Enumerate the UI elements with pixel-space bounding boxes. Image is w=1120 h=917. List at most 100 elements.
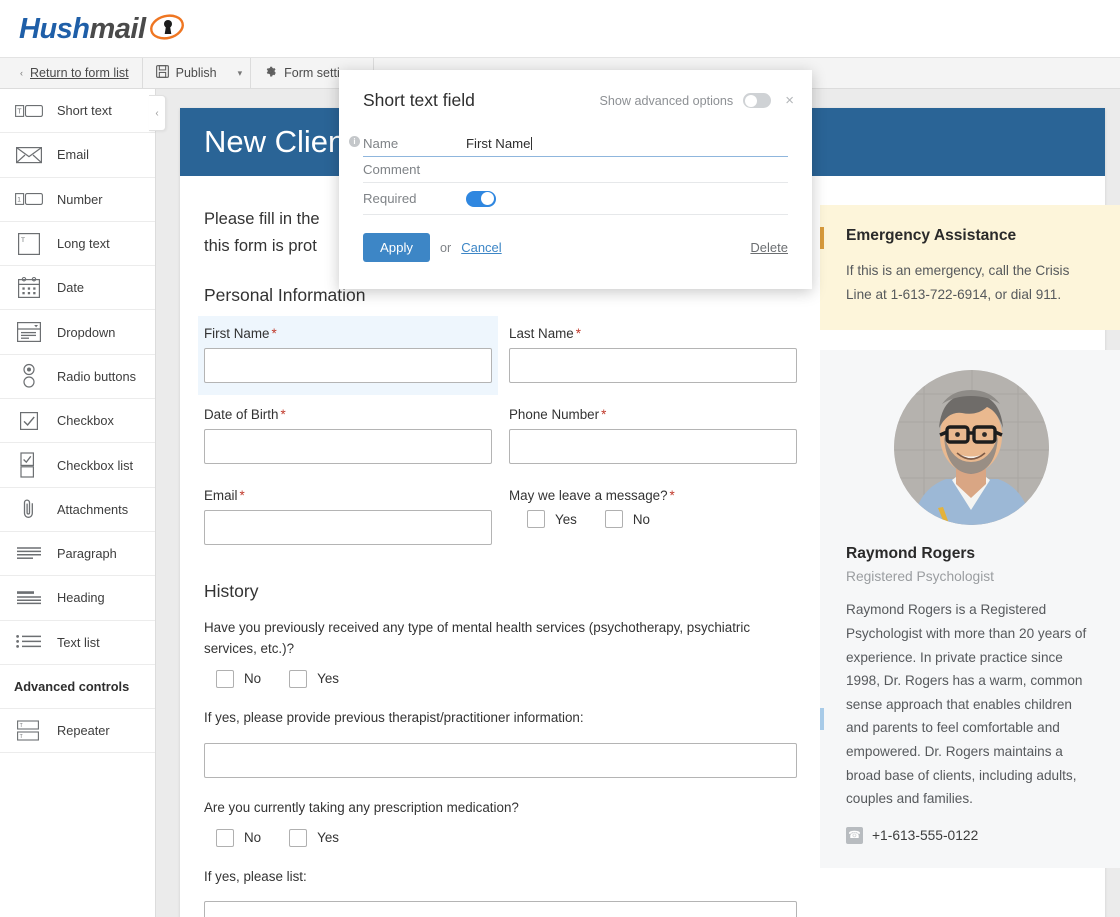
publish-button[interactable]: Publish — [143, 58, 230, 88]
palette-label: Long text — [57, 236, 110, 252]
palette-item-heading[interactable]: Heading — [0, 576, 155, 621]
palette-label: Checkbox list — [57, 457, 134, 473]
palette-item-text-list[interactable]: Text list — [0, 621, 155, 665]
palette-item-radio-buttons[interactable]: Radio buttons — [0, 355, 155, 400]
palette-item-checkbox-list[interactable]: Checkbox list — [0, 443, 155, 488]
previous-therapist-input[interactable] — [204, 742, 797, 778]
emergency-panel-title: Emergency Assistance — [846, 227, 1017, 244]
logo-text-hush: Hush — [19, 12, 90, 45]
dialog-row-comment[interactable]: Comment — [363, 157, 788, 183]
first-name-input[interactable] — [204, 348, 492, 384]
hushmail-logo[interactable]: Hush mail — [19, 12, 185, 46]
palette-item-short-text[interactable]: T Short text — [0, 89, 155, 134]
checkbox-q3-yes[interactable] — [289, 828, 308, 847]
palette-item-email[interactable]: Email — [0, 133, 155, 178]
palette-label: Short text — [57, 103, 112, 119]
field-date-of-birth[interactable]: Date of Birth * — [204, 403, 492, 470]
long-text-icon: T — [14, 231, 44, 257]
envelope-icon — [14, 142, 44, 168]
palette-label: Checkbox — [57, 413, 114, 429]
field-phone-number[interactable]: Phone Number * — [509, 403, 797, 470]
return-to-form-list-label: Return to form list — [30, 66, 129, 80]
question-prescription-medication: Are you currently taking any prescriptio… — [204, 799, 519, 815]
checkbox-label: No — [244, 830, 262, 845]
palette-item-date[interactable]: Date — [0, 266, 155, 311]
checkbox-icon — [14, 408, 44, 434]
svg-text:1: 1 — [17, 197, 21, 204]
apply-button[interactable]: Apply — [363, 233, 430, 262]
name-input-value[interactable]: First Name — [466, 136, 533, 151]
field-may-we-leave-a-message[interactable]: May we leave a message? * Yes No — [509, 484, 797, 551]
emergency-assistance-panel: Emergency Assistance If this is an emerg… — [820, 205, 1120, 331]
palette-label: Number — [57, 191, 103, 207]
cancel-link[interactable]: Cancel — [461, 240, 501, 255]
field-first-name[interactable]: First Name * — [204, 322, 492, 390]
close-icon[interactable]: × — [785, 92, 794, 109]
return-to-form-list-button[interactable]: ‹ Return to form list — [0, 58, 143, 88]
short-text-field-dialog: Short text field Show advanced options ×… — [339, 70, 812, 289]
publish-dropdown-toggle[interactable]: ▾ — [230, 58, 252, 88]
field-last-name[interactable]: Last Name * — [509, 322, 797, 389]
phone-number-input[interactable] — [509, 429, 797, 465]
field-email[interactable]: Email * — [204, 484, 492, 551]
short-text-icon: T — [14, 98, 44, 124]
dialog-row-required[interactable]: Required — [363, 183, 788, 215]
checkbox-q1-yes[interactable] — [289, 669, 308, 688]
required-toggle[interactable] — [466, 190, 496, 207]
show-advanced-options-toggle[interactable] — [743, 93, 772, 108]
palette-item-attachments[interactable]: Attachments — [0, 488, 155, 532]
field-label: Last Name * — [509, 326, 581, 342]
palette-item-long-text[interactable]: T Long text — [0, 222, 155, 267]
publish-label: Publish — [175, 66, 217, 80]
svg-text:T: T — [21, 237, 25, 244]
sidebar-collapse-button[interactable]: ‹ — [149, 95, 166, 131]
keyhole-logo-icon — [149, 13, 185, 46]
checkbox-label: Yes — [317, 671, 339, 687]
save-disk-icon — [155, 65, 169, 81]
therapist-portrait-avatar — [893, 370, 1049, 526]
dialog-field-label: Comment — [363, 162, 421, 177]
paperclip-icon — [14, 496, 44, 522]
field-previous-therapist-info[interactable] — [204, 739, 797, 784]
calendar-icon — [14, 275, 44, 301]
required-asterisk: * — [669, 488, 675, 504]
repeater-icon: T T — [14, 718, 44, 744]
checkbox-list-icon — [14, 452, 44, 478]
dialog-field-label: Name — [363, 136, 399, 151]
therapist-phone-row[interactable]: ☎ +1-613-555-0122 — [846, 827, 1096, 845]
checkbox-message-no[interactable] — [604, 510, 623, 529]
info-icon[interactable]: i — [349, 136, 360, 147]
checkbox-message-yes[interactable] — [527, 510, 545, 529]
svg-text:T: T — [17, 108, 22, 115]
required-asterisk: * — [280, 407, 286, 423]
date-of-birth-input[interactable] — [204, 429, 492, 465]
medication-list-input[interactable] — [204, 901, 797, 917]
checkbox-q1-no[interactable] — [216, 669, 234, 688]
paragraph-icon — [14, 541, 44, 567]
palette-item-paragraph[interactable]: Paragraph — [0, 532, 155, 577]
text-caret — [531, 137, 533, 150]
show-advanced-options-label: Show advanced options — [599, 93, 734, 108]
last-name-input[interactable] — [509, 348, 797, 384]
dialog-row-name[interactable]: i Name First Name — [349, 131, 788, 157]
required-asterisk: * — [575, 326, 581, 342]
dropdown-icon — [14, 319, 44, 345]
form-title: New Client — [204, 124, 354, 159]
palette-item-checkbox[interactable]: Checkbox — [0, 399, 155, 444]
email-input[interactable] — [204, 510, 492, 546]
palette-label: Text list — [57, 634, 100, 650]
therapist-phone-number: +1-613-555-0122 — [872, 828, 979, 844]
palette-item-repeater[interactable]: T T Repeater — [0, 709, 155, 754]
field-medication-list[interactable] — [204, 897, 797, 917]
dialog-header: Short text field Show advanced options × — [339, 70, 812, 111]
palette-item-dropdown[interactable]: Dropdown — [0, 310, 155, 355]
field-label: Date of Birth * — [204, 407, 286, 423]
logo-text-mail: mail — [89, 12, 147, 45]
delete-link[interactable]: Delete — [750, 240, 788, 255]
question-previous-therapist-info: If yes, please provide previous therapis… — [204, 709, 584, 725]
question-medication-list: If yes, please list: — [204, 868, 307, 884]
checkbox-q3-no[interactable] — [216, 828, 234, 847]
palette-item-number[interactable]: 1 Number — [0, 178, 155, 222]
palette-label: Heading — [57, 590, 105, 606]
question-previous-mental-health-services: Have you previously received any type of… — [204, 620, 751, 657]
